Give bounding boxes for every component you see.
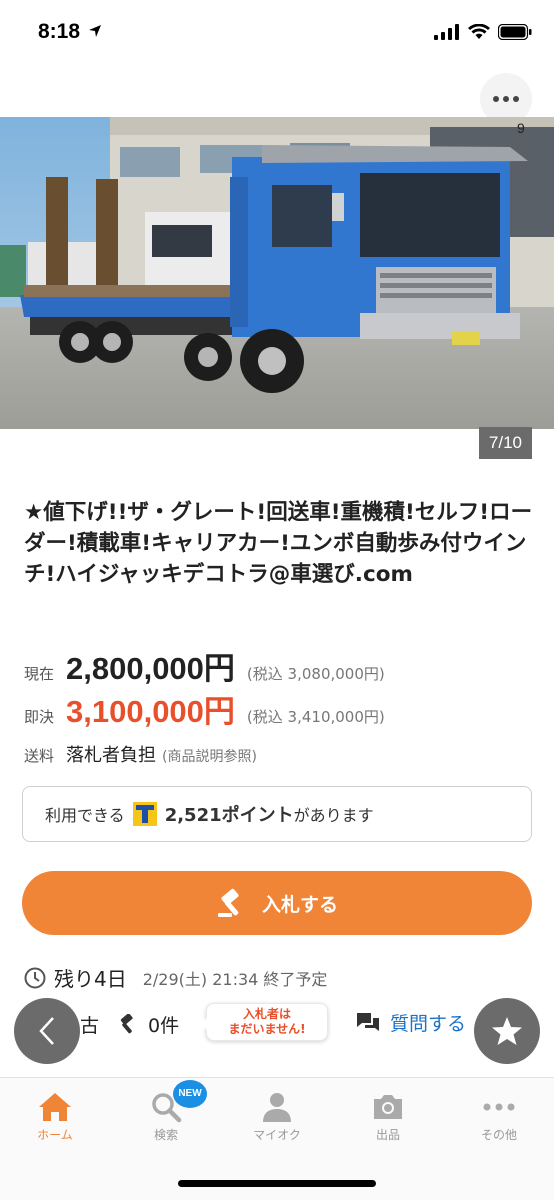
- person-icon: [263, 1093, 291, 1122]
- bubble-line1: 入札者は: [242, 1007, 291, 1021]
- wifi-icon: [468, 24, 490, 39]
- home-indicator: [178, 1180, 376, 1187]
- current-price-value: 2,800,000円: [66, 651, 235, 686]
- status-time: 8:18: [38, 20, 81, 43]
- points-banner[interactable]: 利用できる 2,521ポイント があります: [22, 786, 532, 842]
- battery-icon: [498, 24, 532, 40]
- bubble-line2: まだいません!: [228, 1022, 306, 1036]
- tab-sell-label: 出品: [375, 1128, 400, 1142]
- ask-question-link[interactable]: 質問する: [356, 1009, 466, 1036]
- location-arrow-icon: [89, 25, 101, 37]
- tab-more[interactable]: その他: [444, 1088, 554, 1143]
- home-icon: [39, 1093, 71, 1121]
- points-suffix: があります: [293, 806, 374, 825]
- svg-text:9: 9: [517, 120, 525, 136]
- star-icon: [492, 1017, 522, 1045]
- current-price-tax: (税込 3,080,000円): [246, 665, 385, 683]
- item-title: ★値下げ!!ザ・グレート!回送車!重機積!セルフ!ローダー!積載車!キャリアカー…: [24, 500, 533, 587]
- tab-myauction[interactable]: マイオク: [222, 1088, 332, 1143]
- shipping-label: 送料: [24, 747, 55, 765]
- tab-search[interactable]: NEW 検索: [111, 1080, 221, 1143]
- status-bar: 8:18: [0, 0, 554, 66]
- tpoint-icon: [132, 802, 157, 826]
- ask-question-label: 質問する: [390, 1013, 467, 1035]
- tab-sell[interactable]: 出品: [333, 1088, 443, 1143]
- gavel-icon: [217, 888, 239, 917]
- shipping-note[interactable]: (商品説明参照): [162, 746, 257, 766]
- truck-image: 9: [0, 117, 554, 429]
- gavel-small-icon: [120, 1013, 133, 1033]
- signal-icon: [434, 24, 459, 40]
- no-bidders-bubble: 入札者は まだいません!: [200, 1003, 328, 1041]
- shipping-value: 落札者負担: [66, 745, 156, 766]
- end-time: 2/29(土) 21:34 終了予定: [142, 969, 328, 989]
- tab-more-label: その他: [480, 1128, 517, 1142]
- clock-icon: [24, 967, 46, 988]
- buynow-price-tax: (税込 3,410,000円): [246, 708, 385, 726]
- current-price-label: 現在: [24, 665, 55, 683]
- bid-button-label: 入札する: [261, 893, 338, 916]
- watchlist-button[interactable]: [474, 998, 540, 1064]
- tab-home-label: ホーム: [37, 1128, 73, 1142]
- bid-count-value: 0件: [148, 1015, 180, 1037]
- more-icon: [483, 1103, 515, 1111]
- new-badge: NEW: [173, 1080, 207, 1108]
- photo-counter: 7/10: [478, 427, 532, 459]
- chat-icon: [357, 1012, 379, 1031]
- info-row: 古 0件 入札者は まだいません! 質問する: [0, 1003, 554, 1053]
- bid-count[interactable]: 0件: [116, 1011, 179, 1038]
- product-photo[interactable]: 9: [0, 117, 554, 429]
- points-prefix: 利用できる: [45, 806, 125, 825]
- camera-icon: [374, 1095, 402, 1119]
- tab-search-label: 検索: [153, 1128, 178, 1142]
- back-button[interactable]: [14, 998, 80, 1064]
- bid-button[interactable]: 入札する: [22, 871, 532, 935]
- buynow-price-label: 即決: [24, 708, 55, 726]
- remaining-days: 残り4日: [54, 967, 127, 991]
- shipping-row: 送料 落札者負担 (商品説明参照): [24, 741, 257, 767]
- points-amount: 2,521ポイント: [164, 805, 294, 826]
- remaining-time: 残り4日 2/29(土) 21:34 終了予定: [24, 963, 327, 992]
- condition-text: 古: [80, 1015, 100, 1037]
- status-icons: [434, 24, 532, 40]
- buynow-price-row: 即決 3,100,000円 (税込 3,410,000円): [24, 686, 385, 731]
- chevron-left-icon: [39, 1017, 54, 1045]
- buynow-price-value: 3,100,000円: [66, 694, 235, 729]
- current-price-row: 現在 2,800,000円 (税込 3,080,000円): [24, 643, 385, 688]
- tab-myauction-label: マイオク: [253, 1128, 301, 1142]
- tab-home[interactable]: ホーム: [0, 1088, 110, 1143]
